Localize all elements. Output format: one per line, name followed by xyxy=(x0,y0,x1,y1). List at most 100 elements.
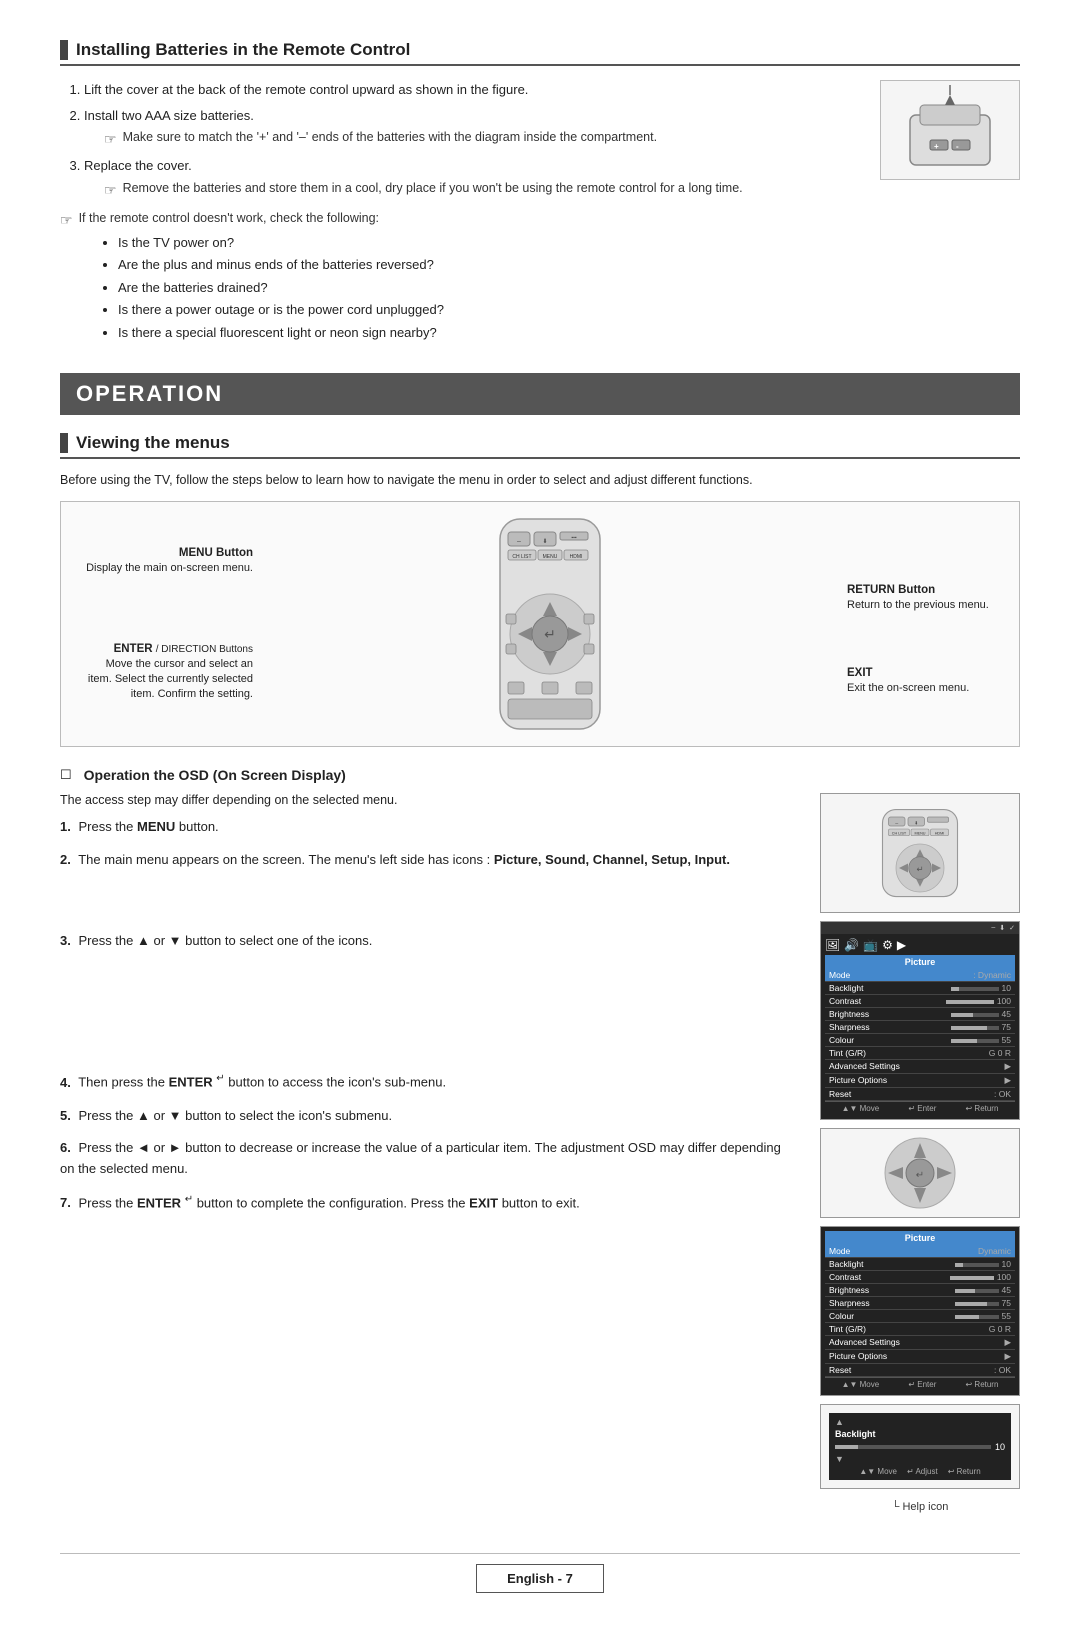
tv-menu-2-row-tint: Tint (G/R)G 0 R xyxy=(825,1323,1015,1336)
battery-check-intro: If the remote control doesn't work, chec… xyxy=(79,211,379,225)
tv-menu-2-row-backlight: Backlight 10 xyxy=(825,1258,1015,1271)
battery-step-1: Lift the cover at the back of the remote… xyxy=(84,80,860,100)
exit-desc: Exit the on-screen menu. xyxy=(847,681,1007,696)
battery-content: Lift the cover at the back of the remote… xyxy=(60,80,1020,345)
svg-text:↵: ↵ xyxy=(916,1170,924,1181)
check-item-5: Is there a special fluorescent light or … xyxy=(118,323,860,343)
tv-menu-row-sharpness: Sharpness 75 xyxy=(825,1021,1015,1034)
svg-text:-: - xyxy=(956,142,959,151)
tv-menu-row-reset: Reset: OK xyxy=(825,1088,1015,1101)
tv-menu-row-mode: Mode: Dynamic xyxy=(825,969,1015,982)
battery-step-3: Replace the cover. ☞ Remove the batterie… xyxy=(84,156,860,201)
tv-menu-2-row-colour: Colour 55 xyxy=(825,1310,1015,1323)
battery-note-3: ☞ Remove the batteries and store them in… xyxy=(104,179,860,201)
tv-menu-screenshot-1: –⬇✓ 🖼 🔊 📺 ⚙ ▶ Picture Mode: Dynamic xyxy=(820,921,1020,1120)
backlight-slider-fill xyxy=(835,1445,858,1449)
svg-text:▪▪▪: ▪▪▪ xyxy=(571,535,577,541)
enter-desc-1: Move the cursor and select an xyxy=(88,657,253,672)
tv-menu-row-contrast: Contrast 100 xyxy=(825,995,1015,1008)
tv-menu-2-row-brightness: Brightness 45 xyxy=(825,1284,1015,1297)
osd-step-2: 2. The main menu appears on the screen. … xyxy=(60,850,796,871)
svg-text:–: – xyxy=(895,821,898,827)
svg-text:+: + xyxy=(934,142,939,151)
return-button-title: RETURN Button xyxy=(847,582,1007,598)
backlight-value: 10 xyxy=(995,1442,1005,1452)
battery-check-note: ☞ If the remote control doesn't work, ch… xyxy=(60,211,860,229)
tv-menu-2-bottom: ▲▼ Move ↵ Enter ↩ Return xyxy=(825,1377,1015,1391)
osd-content: The access step may differ depending on … xyxy=(60,793,1020,1513)
osd-text-column: The access step may differ depending on … xyxy=(60,793,796,1513)
backlight-arrow-up: ▲ xyxy=(835,1417,1005,1427)
svg-text:CH LIST: CH LIST xyxy=(512,554,531,560)
battery-note-3-text: Remove the batteries and store them in a… xyxy=(123,179,743,198)
backlight-slider-track xyxy=(835,1445,991,1449)
tv-menu-2-row-picture-options: Picture Options▶ xyxy=(825,1350,1015,1364)
operation-banner: OPERATION xyxy=(60,373,1020,415)
osd-step-1: 1. Press the MENU button. xyxy=(60,817,796,838)
osd-intro: The access step may differ depending on … xyxy=(60,793,796,807)
note-icon-2: ☞ xyxy=(104,129,117,150)
viewing-menus-heading: Viewing the menus xyxy=(60,433,1020,459)
osd-heading-row: ☐ Operation the OSD (On Screen Display) xyxy=(60,767,1020,783)
svg-text:HDMI: HDMI xyxy=(935,831,945,835)
osd-section: ☐ Operation the OSD (On Screen Display) … xyxy=(60,767,1020,1513)
svg-text:⬇: ⬇ xyxy=(914,821,918,826)
tv-menu-1: 🖼 🔊 📺 ⚙ ▶ Picture Mode: Dynamic Backligh… xyxy=(821,934,1019,1119)
tv-menu-2-title: Picture xyxy=(825,1231,1015,1245)
note-icon-check: ☞ xyxy=(60,212,73,229)
checkbox-icon: ☐ xyxy=(60,767,72,783)
backlight-label: Backlight xyxy=(835,1429,1005,1439)
exit-title: EXIT xyxy=(847,665,1007,681)
osd-step-6: 6. Press the ◄ or ► button to decrease o… xyxy=(60,1138,796,1180)
battery-section: Installing Batteries in the Remote Contr… xyxy=(60,40,1020,345)
battery-steps-list: Lift the cover at the back of the remote… xyxy=(60,80,860,201)
svg-text:MENU: MENU xyxy=(914,831,925,835)
battery-instructions: Lift the cover at the back of the remote… xyxy=(60,80,860,345)
osd-step-3: 3. Press the ▲ or ▼ button to select one… xyxy=(60,931,796,952)
check-item-3: Are the batteries drained? xyxy=(118,278,860,298)
viewing-menus-intro: Before using the TV, follow the steps be… xyxy=(60,473,1020,487)
diagram-right-labels: RETURN Button Return to the previous men… xyxy=(847,552,1007,697)
svg-text:CH LIST: CH LIST xyxy=(892,831,907,835)
osd-step-4: 4. Then press the ENTER ↵ button to acce… xyxy=(60,1071,796,1093)
battery-title-text: Installing Batteries in the Remote Contr… xyxy=(76,40,410,60)
svg-text:⬇: ⬇ xyxy=(542,538,547,545)
screenshot-dpad-mini: ↵ xyxy=(820,1128,1020,1218)
tv-menu-2-row-reset: Reset: OK xyxy=(825,1364,1015,1377)
tv-menu-2-row-advanced: Advanced Settings▶ xyxy=(825,1336,1015,1350)
battery-note-2: ☞ Make sure to match the '+' and '–' end… xyxy=(104,128,860,150)
svg-text:–: – xyxy=(517,538,521,545)
osd-section-title: Operation the OSD (On Screen Display) xyxy=(84,767,346,783)
svg-text:↵: ↵ xyxy=(544,626,556,642)
battery-checklist: Is the TV power on? Are the plus and min… xyxy=(90,233,860,343)
remote-diagram-box: MENU Button Display the main on-screen m… xyxy=(60,501,1020,747)
osd-step-5: 5. Press the ▲ or ▼ button to select the… xyxy=(60,1106,796,1127)
tv-menu-row-brightness: Brightness 45 xyxy=(825,1008,1015,1021)
return-button-label: RETURN Button Return to the previous men… xyxy=(847,582,1007,613)
menu-button-desc: Display the main on-screen menu. xyxy=(86,561,253,576)
exit-label: EXIT Exit the on-screen menu. xyxy=(847,665,1007,696)
svg-text:MENU: MENU xyxy=(543,554,558,560)
tv-menu-1-bottom: ▲▼ Move ↵ Enter ↩ Return xyxy=(825,1101,1015,1115)
svg-text:HDMI: HDMI xyxy=(570,554,583,560)
viewing-menus-section: Viewing the menus Before using the TV, f… xyxy=(60,433,1020,1513)
tv-menu-2: Picture ModeDynamic Backlight 10 Contras… xyxy=(821,1227,1019,1395)
backlight-bottom-bar: ▲▼ Move ↵ Adjust ↩ Return xyxy=(835,1467,1005,1476)
enter-button-title: ENTER / DIRECTION Buttons xyxy=(88,641,253,657)
viewing-menus-title: Viewing the menus xyxy=(76,433,230,453)
operation-banner-text: OPERATION xyxy=(76,381,223,406)
tv-menu-row-picture-options: Picture Options▶ xyxy=(825,1074,1015,1088)
osd-screenshots-column: – ⬇ CH LIST MENU HDMI xyxy=(820,793,1020,1513)
enter-desc-3: item. Confirm the setting. xyxy=(88,687,253,702)
tv-menu-screenshot-2: Picture ModeDynamic Backlight 10 Contras… xyxy=(820,1226,1020,1396)
tv-menu-row-colour: Colour 55 xyxy=(825,1034,1015,1047)
tv-menu-row-backlight: Backlight 10 xyxy=(825,982,1015,995)
footer-label-box: English - 7 xyxy=(476,1564,604,1593)
tv-menu-row-tint: Tint (G/R)G 0 R xyxy=(825,1047,1015,1060)
battery-diagram-svg: + - xyxy=(890,85,1010,175)
backlight-box: ▲ Backlight 10 ▼ ▲▼ Move ↵ Adjust xyxy=(820,1404,1020,1489)
check-item-2: Are the plus and minus ends of the batte… xyxy=(118,255,860,275)
tv-menu-row-advanced: Advanced Settings▶ xyxy=(825,1060,1015,1074)
menu-button-label: MENU Button Display the main on-screen m… xyxy=(86,545,253,576)
menu-button-title: MENU Button xyxy=(86,545,253,561)
